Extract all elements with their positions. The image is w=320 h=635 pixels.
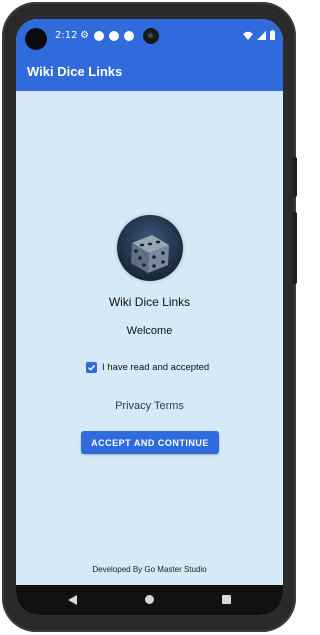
notification-dot-icon — [123, 31, 134, 41]
screen: 2:12 ⚙ Wiki Dice Links Wiki Dice Links W… — [16, 19, 283, 615]
battery-icon — [270, 30, 275, 40]
checkmark-icon — [87, 364, 96, 371]
main-content: Wiki Dice Links Welcome I have read and … — [16, 91, 283, 585]
accept-and-continue-button[interactable]: ACCEPT AND CONTINUE — [81, 431, 219, 454]
notification-dot-icon — [93, 31, 104, 41]
phone-frame: 2:12 ⚙ Wiki Dice Links Wiki Dice Links W… — [2, 2, 297, 632]
app-name-label: Wiki Dice Links — [108, 295, 191, 309]
gear-icon: ⚙ — [80, 30, 89, 41]
notification-dot-icon — [108, 31, 119, 41]
consent-checkbox[interactable] — [86, 362, 97, 373]
home-icon[interactable] — [145, 595, 154, 604]
front-camera — [25, 28, 47, 50]
developer-credit: Developed By Go Master Studio — [92, 565, 207, 574]
app-bar: Wiki Dice Links — [16, 55, 283, 91]
volume-button — [293, 212, 297, 284]
back-icon[interactable] — [68, 595, 77, 605]
recents-icon[interactable] — [222, 595, 231, 604]
privacy-terms-link[interactable]: Privacy Terms — [16, 400, 283, 412]
consent-label: I have read and accepted — [102, 362, 210, 373]
app-bar-title: Wiki Dice Links — [27, 64, 123, 79]
status-icons-right — [243, 30, 275, 40]
consent-row[interactable]: I have read and accepted — [86, 362, 209, 373]
power-button — [293, 157, 297, 197]
status-bar: 2:12 ⚙ — [16, 19, 283, 55]
wifi-icon — [243, 31, 253, 40]
signal-icon — [257, 30, 266, 40]
status-time: 2:12 — [55, 30, 78, 41]
camera-punch-hole — [143, 28, 159, 44]
status-icons-left: ⚙ — [80, 29, 134, 43]
welcome-text: Welcome — [126, 325, 173, 337]
dice-icon — [117, 215, 183, 281]
system-nav-bar — [16, 585, 283, 615]
